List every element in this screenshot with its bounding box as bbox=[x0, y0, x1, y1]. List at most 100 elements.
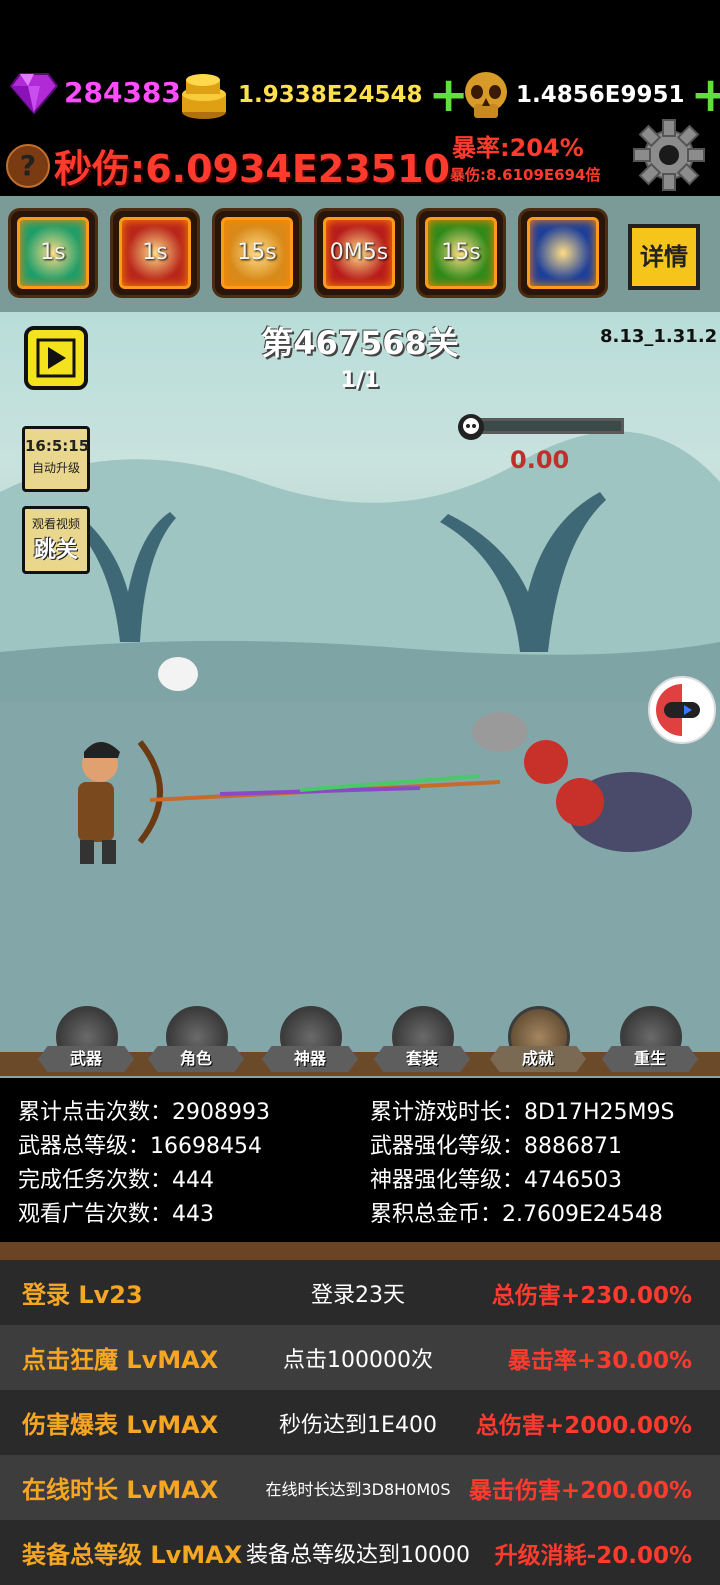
wave-counter: 1/1 bbox=[340, 368, 380, 393]
nav-tab[interactable]: 成就 bbox=[490, 1006, 586, 1078]
skip-stage-button[interactable]: 观看视频 跳关 bbox=[22, 506, 90, 574]
soul-value: 1.4856E9951 bbox=[516, 82, 685, 108]
boss-hp-value: 0.00 bbox=[510, 446, 570, 474]
achievement-reward: 总伤害+230.00% bbox=[491, 1282, 692, 1309]
achievement-row: 在线时长 LvMAX 在线时长达到3D8H0M0S 暴击伤害+200.00% bbox=[0, 1455, 720, 1520]
achievement-name: 在线时长 LvMAX bbox=[22, 1476, 219, 1504]
skill-cooldown: 0M5s bbox=[329, 240, 389, 265]
stat-label: 累计游戏时长： bbox=[370, 1100, 525, 1125]
stat-label: 累积总金币： bbox=[370, 1202, 503, 1227]
auto-upgrade-timer: 16:5:15 bbox=[25, 437, 90, 455]
achievement-desc: 秒伤达到1E400 bbox=[279, 1412, 437, 1438]
skill-cooldown: 1s bbox=[142, 240, 168, 265]
achievement-desc: 点击100000次 bbox=[283, 1347, 433, 1373]
skill-slot[interactable] bbox=[518, 208, 608, 298]
skill-cooldown: 1s bbox=[40, 240, 66, 265]
stat-value: 2.7609E24548 bbox=[502, 1202, 663, 1227]
stat-label: 累计点击次数： bbox=[18, 1100, 173, 1125]
achievement-name: 装备总等级 LvMAX bbox=[22, 1541, 243, 1569]
achievement-reward: 暴击率+30.00% bbox=[507, 1347, 692, 1374]
skill-slot[interactable]: 15s bbox=[212, 208, 302, 298]
stat-value: 444 bbox=[172, 1168, 215, 1193]
play-button[interactable] bbox=[24, 326, 88, 390]
gold-coins-icon bbox=[182, 74, 226, 119]
stat-row: 武器总等级：16698454 bbox=[18, 1128, 262, 1160]
achievement-name: 伤害爆表 LvMAX bbox=[22, 1411, 219, 1439]
speed-toggle-button[interactable] bbox=[648, 676, 716, 744]
skill-cooldown: 15s bbox=[441, 240, 481, 265]
achievement-desc: 在线时长达到3D8H0M0S bbox=[265, 1479, 451, 1499]
gold-counter: 1.9338E24548 + bbox=[178, 70, 469, 120]
achievement-name: 点击狂魔 LvMAX bbox=[22, 1346, 219, 1374]
boss-hp-bar bbox=[468, 418, 624, 434]
skill-cooldown: 15s bbox=[237, 240, 277, 265]
settings-gear-icon[interactable] bbox=[632, 118, 706, 192]
stat-value: 8D17H25M9S bbox=[524, 1100, 675, 1125]
achievement-reward: 总伤害+2000.00% bbox=[475, 1412, 692, 1439]
stat-value: 2908993 bbox=[172, 1100, 270, 1125]
achievement-desc: 登录23天 bbox=[311, 1282, 405, 1308]
help-button[interactable]: ? bbox=[6, 144, 50, 188]
fast-forward-icon bbox=[656, 684, 700, 736]
achievement-reward: 暴击伤害+200.00% bbox=[468, 1477, 692, 1504]
dps-value: 秒伤:6.0934E23510 bbox=[54, 147, 450, 191]
version-label: 8.13_1.31.2 bbox=[600, 326, 718, 347]
gem-counter: 284383 bbox=[10, 70, 181, 114]
auto-upgrade-label: 自动升级 bbox=[31, 461, 80, 475]
skip-stage-label: 跳关 bbox=[33, 538, 78, 563]
add-soul-button[interactable]: + bbox=[690, 71, 720, 119]
stat-row: 累计点击次数：2908993 bbox=[18, 1094, 270, 1126]
stat-row: 观看广告次数：443 bbox=[18, 1196, 214, 1228]
nav-tab[interactable]: 神器 bbox=[262, 1006, 358, 1078]
nav-tab[interactable]: 武器 bbox=[38, 1006, 134, 1078]
stat-label: 观看广告次数： bbox=[18, 1202, 173, 1227]
stat-value: 16698454 bbox=[150, 1134, 262, 1159]
nav-tab-label: 成就 bbox=[490, 1046, 586, 1072]
skill-cooldown bbox=[521, 211, 605, 295]
nav-tab-label: 神器 bbox=[262, 1046, 358, 1072]
nav-tab-label: 武器 bbox=[38, 1046, 134, 1072]
stat-row: 完成任务次数：444 bbox=[18, 1162, 214, 1194]
golden-skull-icon bbox=[465, 72, 507, 118]
achievement-row: 装备总等级 LvMAX 装备总等级达到10000 升级消耗-20.00% bbox=[0, 1520, 720, 1585]
detail-button[interactable]: 详情 bbox=[628, 224, 700, 290]
skill-slot[interactable]: 0M5s bbox=[314, 208, 404, 298]
stat-row: 神器强化等级：4746503 bbox=[370, 1162, 622, 1194]
achievement-reward: 升级消耗-20.00% bbox=[494, 1542, 692, 1569]
stat-value: 443 bbox=[172, 1202, 215, 1227]
soul-counter: 1.4856E9951 + bbox=[462, 70, 720, 120]
achievement-row: 登录 Lv23 登录23天 总伤害+230.00% bbox=[0, 1260, 720, 1325]
nav-tab[interactable]: 角色 bbox=[148, 1006, 244, 1078]
skull-icon bbox=[458, 414, 484, 440]
achievement-desc: 装备总等级达到10000 bbox=[246, 1542, 470, 1568]
stat-label: 武器强化等级： bbox=[370, 1134, 525, 1159]
stat-row: 累积总金币：2.7609E24548 bbox=[370, 1196, 663, 1228]
nav-tab[interactable]: 套装 bbox=[374, 1006, 470, 1078]
nav-tab[interactable]: 重生 bbox=[602, 1006, 698, 1078]
nav-tab-label: 重生 bbox=[602, 1046, 698, 1072]
stat-label: 武器总等级： bbox=[18, 1134, 151, 1159]
achievement-row: 伤害爆表 LvMAX 秒伤达到1E400 总伤害+2000.00% bbox=[0, 1390, 720, 1455]
stat-row: 武器强化等级：8886871 bbox=[370, 1128, 622, 1160]
nav-tab-label: 套装 bbox=[374, 1046, 470, 1072]
achievement-row: 点击狂魔 LvMAX 点击100000次 暴击率+30.00% bbox=[0, 1325, 720, 1390]
crit-damage: 暴伤:8.6109E694倍 bbox=[450, 166, 601, 184]
stat-value: 8886871 bbox=[524, 1134, 622, 1159]
skill-slot[interactable]: 15s bbox=[416, 208, 506, 298]
watch-video-label: 观看视频 bbox=[31, 517, 80, 531]
stat-label: 完成任务次数： bbox=[18, 1168, 173, 1193]
achievement-name: 登录 Lv23 bbox=[22, 1281, 143, 1309]
nav-tab-label: 角色 bbox=[148, 1046, 244, 1072]
divider-strip bbox=[0, 1242, 720, 1260]
auto-upgrade-button[interactable]: 16:5:15 自动升级 bbox=[22, 426, 90, 492]
stat-value: 4746503 bbox=[524, 1168, 622, 1193]
play-icon bbox=[36, 338, 76, 378]
crit-rate: 暴率:204% bbox=[452, 134, 584, 162]
skill-slot[interactable]: 1s bbox=[110, 208, 200, 298]
stat-label: 神器强化等级： bbox=[370, 1168, 525, 1193]
skill-slot[interactable]: 1s bbox=[8, 208, 98, 298]
gold-value: 1.9338E24548 bbox=[238, 82, 423, 108]
stat-row: 累计游戏时长：8D17H25M9S bbox=[370, 1094, 674, 1126]
purple-diamond-icon bbox=[10, 73, 58, 114]
gem-value: 284383 bbox=[64, 75, 181, 109]
